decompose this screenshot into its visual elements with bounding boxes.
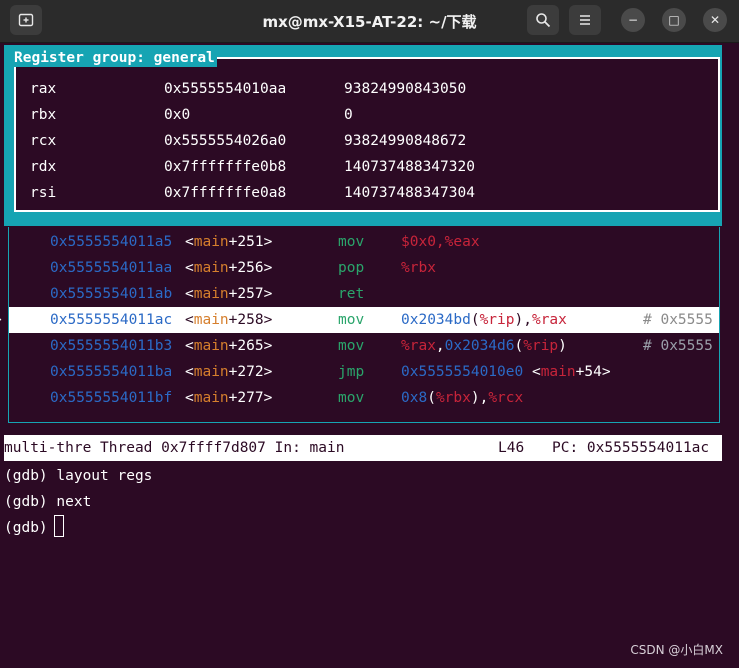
asm-operands: 0x5555554010e0 <main+54> — [401, 364, 611, 380]
maximize-icon: □ — [668, 13, 680, 27]
register-hex: 0x7fffffffe0b8 — [164, 159, 287, 175]
asm-operands: 0x8(%rbx),%rcx — [401, 390, 524, 406]
watermark: CSDN @小白MX — [630, 643, 723, 657]
asm-symbol: <main+256> — [185, 260, 273, 276]
asm-row: 0x5555554011b3 <main+265> mov %rax,0x2034d6… — [9, 333, 719, 359]
asm-address: 0x5555554011ba — [50, 364, 173, 380]
text-cursor — [54, 515, 64, 537]
asm-symbol: <main+277> — [185, 390, 273, 406]
title-bar: mx@mx-X15-AT-22: ~/下载 − □ ✕ — [0, 0, 739, 43]
register-name: rcx — [30, 133, 57, 149]
asm-symbol: <main+258> — [185, 312, 273, 328]
register-row: rcx 0x5555554026a0 93824990848672 — [30, 128, 466, 154]
status-line: L46 — [498, 440, 525, 456]
console-prompt[interactable]: (gdb) — [4, 515, 56, 541]
status-pc: PC: 0x5555554011ac — [552, 440, 710, 456]
asm-address: 0x5555554011ac — [50, 312, 173, 328]
minimize-icon: − — [627, 13, 639, 27]
register-name: rdx — [30, 159, 57, 175]
asm-comment: # 0x5555 — [643, 312, 713, 328]
asm-address: 0x5555554011bf — [50, 390, 173, 406]
asm-mnemonic: mov — [338, 312, 365, 328]
register-dec: 140737488347304 — [344, 185, 475, 201]
register-dec: 0 — [344, 107, 353, 123]
register-row: rax 0x5555554010aa 93824990843050 — [30, 76, 466, 102]
hamburger-menu-icon — [580, 15, 590, 25]
asm-row-current: >0x5555554011ac <main+258> mov 0x2034bd(%ri… — [0, 307, 719, 333]
status-thread: multi-thre Thread 0x7ffff7d807 In: main — [4, 440, 345, 456]
register-hex: 0x7fffffffe0a8 — [164, 185, 287, 201]
asm-address: 0x5555554011aa — [50, 260, 173, 276]
asm-comment: # 0x5555 — [643, 338, 713, 354]
register-name: rsi — [30, 185, 57, 201]
asm-symbol: <main+265> — [185, 338, 273, 354]
search-icon — [536, 13, 551, 28]
minimize-button[interactable]: − — [621, 8, 645, 32]
register-row: rdx 0x7fffffffe0b8 140737488347320 — [30, 154, 475, 180]
asm-mnemonic: ret — [338, 286, 365, 302]
asm-mnemonic: pop — [338, 260, 365, 276]
asm-row: 0x5555554011bf <main+277> mov 0x8(%rbx),%rc… — [9, 385, 719, 411]
asm-address: 0x5555554011a5 — [50, 234, 173, 250]
register-window-frame: rax 0x5555554010aa 93824990843050 rbx 0x… — [4, 45, 722, 226]
close-button[interactable]: ✕ — [703, 8, 727, 32]
asm-row: 0x5555554011ab <main+257> ret — [9, 281, 719, 307]
console-line: (gdb) layout regs — [4, 468, 153, 484]
terminal-area[interactable]: rax 0x5555554010aa 93824990843050 rbx 0x… — [0, 43, 739, 668]
asm-panel: 0x5555554011a5 <main+251> mov $0x0,%eax 0x55… — [0, 227, 720, 423]
asm-symbol: <main+257> — [185, 286, 273, 302]
register-group-header: Register group: general — [12, 49, 217, 67]
register-hex: 0x5555554010aa — [164, 81, 287, 97]
close-icon: ✕ — [709, 13, 721, 27]
asm-mnemonic: jmp — [338, 364, 365, 380]
maximize-button[interactable]: □ — [662, 8, 686, 32]
asm-row: 0x5555554011aa <main+256> pop %rbx — [9, 255, 719, 281]
register-panel: rax 0x5555554010aa 93824990843050 rbx 0x… — [14, 57, 720, 212]
search-button[interactable] — [527, 5, 559, 35]
register-dec: 140737488347320 — [344, 159, 475, 175]
asm-operands: %rbx — [401, 260, 436, 276]
register-dec: 93824990843050 — [344, 81, 467, 97]
status-bar: multi-thre Thread 0x7ffff7d807 In: main … — [4, 435, 722, 461]
asm-address: 0x5555554011b3 — [50, 338, 173, 354]
register-row: rsi 0x7fffffffe0a8 140737488347304 — [30, 180, 475, 206]
menu-button[interactable] — [569, 5, 601, 35]
asm-symbol: <main+272> — [185, 364, 273, 380]
asm-operands: %rax,0x2034d6(%rip) — [401, 338, 567, 354]
register-name: rax — [30, 81, 57, 97]
asm-symbol: <main+251> — [185, 234, 273, 250]
asm-row: 0x5555554011ba <main+272> jmp 0x5555554010e… — [9, 359, 719, 385]
asm-operands: 0x2034bd(%rip),%rax — [401, 312, 567, 328]
register-row: rbx 0x0 0 — [30, 102, 353, 128]
register-name: rbx — [30, 107, 57, 123]
asm-mnemonic: mov — [338, 234, 365, 250]
asm-operands: $0x0,%eax — [401, 234, 480, 250]
register-dec: 93824990848672 — [344, 133, 467, 149]
asm-address: 0x5555554011ab — [50, 286, 173, 302]
console-line: (gdb) next — [4, 494, 92, 510]
asm-row: 0x5555554011a5 <main+251> mov $0x0,%eax — [9, 229, 719, 255]
register-hex: 0x0 — [164, 107, 191, 123]
register-hex: 0x5555554026a0 — [164, 133, 287, 149]
current-instruction-marker: > — [0, 307, 2, 333]
asm-mnemonic: mov — [338, 390, 365, 406]
asm-mnemonic: mov — [338, 338, 365, 354]
